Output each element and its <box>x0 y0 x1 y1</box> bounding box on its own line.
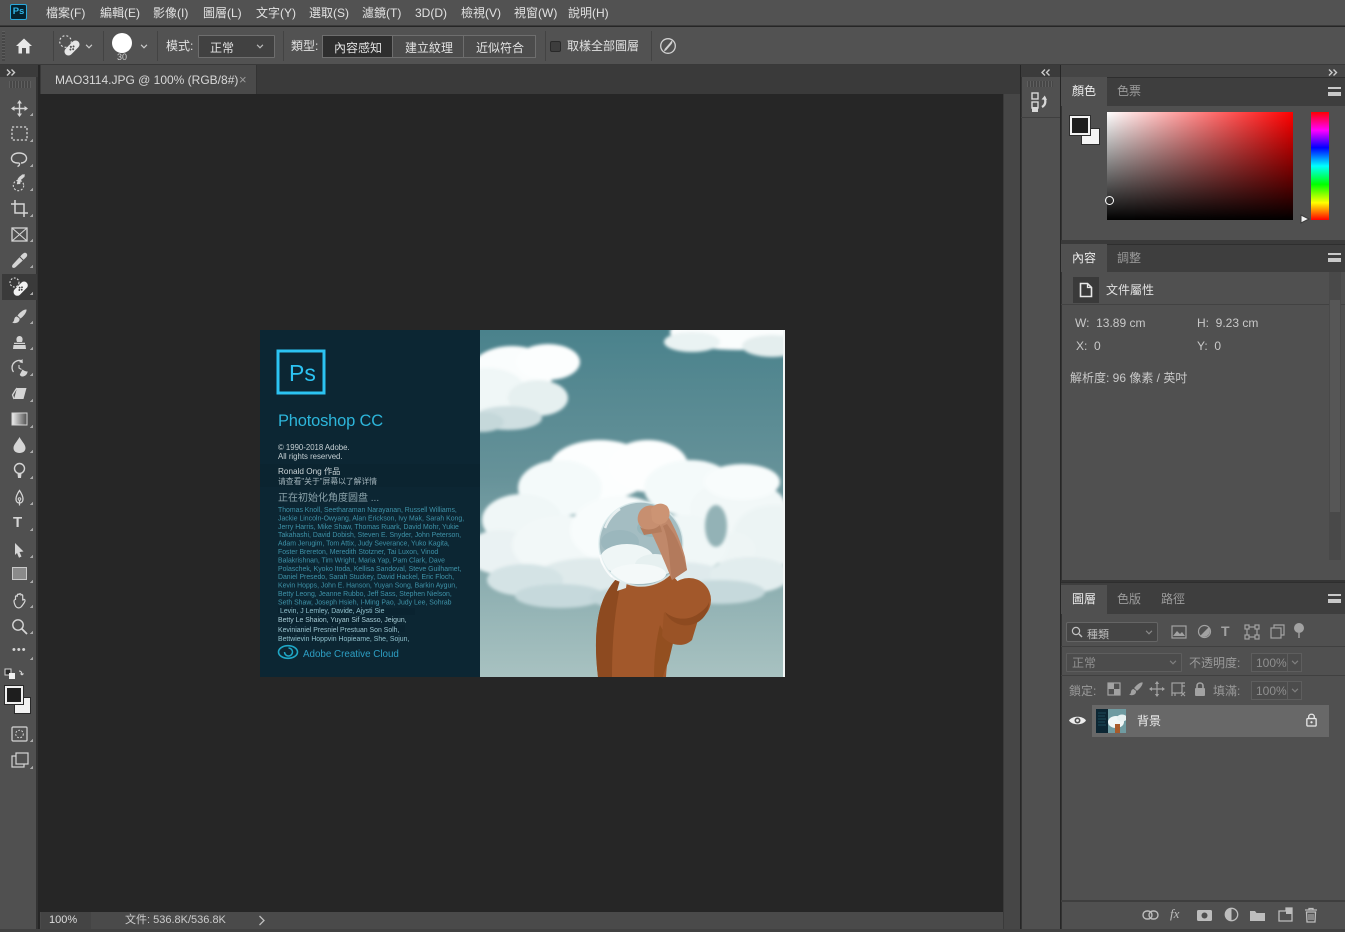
svg-text:Thomas Knoll, Seetharaman Nara: Thomas Knoll, Seetharaman Narayanan, Rus… <box>278 507 457 514</box>
svg-text:Kevinianiel Presniel Prestuan: Kevinianiel Presniel Prestuan Son Solh, <box>278 627 400 634</box>
svg-text:Daniel Presedo, Sarah Stuckey,: Daniel Presedo, Sarah Stuckey, David Hac… <box>278 574 454 581</box>
svg-text:Jackie Lincoln-Owyang, Alan Er: Jackie Lincoln-Owyang, Alan Erickson, Iv… <box>278 515 464 522</box>
svg-text:Balakrishnan, Tim Wright, Mari: Balakrishnan, Tim Wright, Maria Yap, Pam… <box>278 557 445 564</box>
svg-text:Bettwievin Hoppvin Hopieame, S: Bettwievin Hoppvin Hopieame, She, Sojun, <box>278 636 409 643</box>
svg-text:正在初始化角度圆盘 ...: 正在初始化角度圆盘 ... <box>278 491 379 504</box>
svg-text:Foster Brereton, Meredith Stot: Foster Brereton, Meredith Stotzner, Tai … <box>278 549 438 556</box>
svg-text:Levin, J Lemley, Davide, Ajyst: Levin, J Lemley, Davide, Ajysti Sie <box>280 608 385 615</box>
svg-text:All rights reserved.: All rights reserved. <box>278 452 343 461</box>
svg-text:Adobe Creative Cloud: Adobe Creative Cloud <box>303 649 399 660</box>
svg-text:Jerry Harris, Mike Shaw, Thoma: Jerry Harris, Mike Shaw, Thomas Ruark, D… <box>278 524 459 531</box>
svg-text:© 1990-2018 Adobe.: © 1990-2018 Adobe. <box>278 443 350 452</box>
svg-text:Ronald Ong 作品: Ronald Ong 作品 <box>278 466 340 476</box>
svg-text:Adam Jerugim, Tom Attix, Judy: Adam Jerugim, Tom Attix, Judy Severance,… <box>278 541 450 548</box>
svg-text:Betty Le Shaion, Yuyan Sif Sas: Betty Le Shaion, Yuyan Sif Sasso, Jeigun… <box>278 617 407 624</box>
svg-text:Betty Leong, Jeanne Rubbo, Jef: Betty Leong, Jeanne Rubbo, Jeff Sass, St… <box>278 591 452 598</box>
svg-text:Seth Shaw, Joseph Hsieh, I-Min: Seth Shaw, Joseph Hsieh, I-Ming Pao, Jud… <box>278 599 452 606</box>
svg-text:Photoshop CC: Photoshop CC <box>278 412 383 430</box>
svg-text:请查看"关于"屏幕以了解详情: 请查看"关于"屏幕以了解详情 <box>278 476 377 486</box>
svg-text:Ps: Ps <box>289 360 316 386</box>
svg-text:Polaschek, Kyoko Itoda, Kellis: Polaschek, Kyoko Itoda, Kellisa Sandoval… <box>278 566 462 573</box>
svg-text:Kevin Hopps, John E. Hanson, Y: Kevin Hopps, John E. Hanson, Yuyan Song,… <box>278 583 457 590</box>
svg-text:Takahashi, David Dobish, Steve: Takahashi, David Dobish, Steven E. Snyde… <box>278 532 461 539</box>
